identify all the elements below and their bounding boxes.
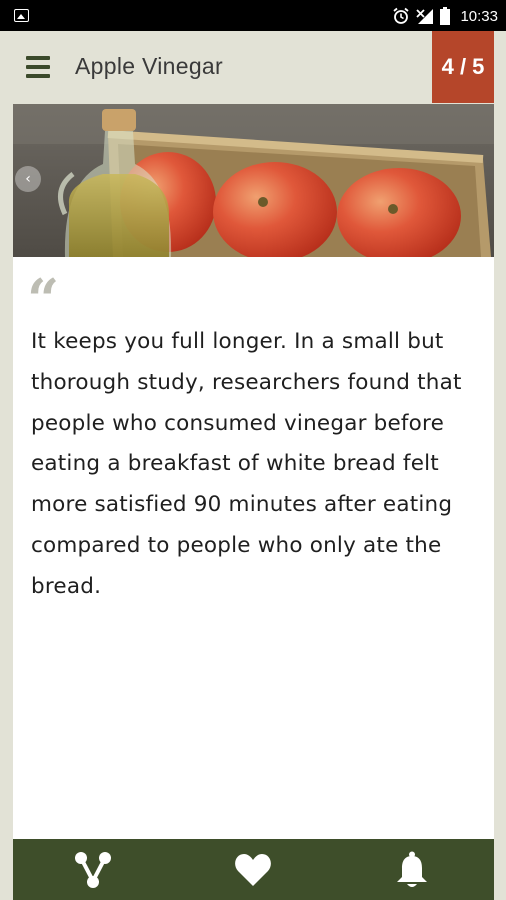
hero-prev-arrow[interactable]: ‹ bbox=[15, 166, 41, 192]
no-signal-icon bbox=[416, 9, 434, 24]
image-notification-icon bbox=[14, 9, 29, 22]
bell-icon bbox=[397, 851, 427, 887]
bottom-bar bbox=[13, 839, 494, 900]
battery-icon bbox=[440, 7, 451, 25]
status-bar: 10:33 bbox=[0, 0, 506, 31]
content-card: ‹ “ It keeps you full longer. In a small… bbox=[13, 104, 494, 839]
app-bar: Apple Vinegar bbox=[0, 31, 506, 104]
alarm-icon bbox=[393, 7, 410, 24]
fact-text: It keeps you full longer. In a small but… bbox=[31, 329, 462, 599]
hamburger-menu-icon[interactable] bbox=[26, 56, 50, 78]
heart-icon bbox=[235, 854, 271, 886]
status-time: 10:33 bbox=[460, 7, 498, 25]
favorite-button[interactable] bbox=[231, 849, 275, 891]
status-icons: 10:33 bbox=[392, 5, 498, 27]
quote-mark: “ bbox=[27, 267, 60, 333]
page-counter: 4 / 5 bbox=[432, 31, 494, 103]
app-title: Apple Vinegar bbox=[75, 53, 223, 79]
hero-image bbox=[13, 104, 494, 257]
share-icon bbox=[75, 852, 111, 888]
share-button[interactable] bbox=[71, 849, 115, 891]
notifications-button[interactable] bbox=[390, 849, 434, 891]
